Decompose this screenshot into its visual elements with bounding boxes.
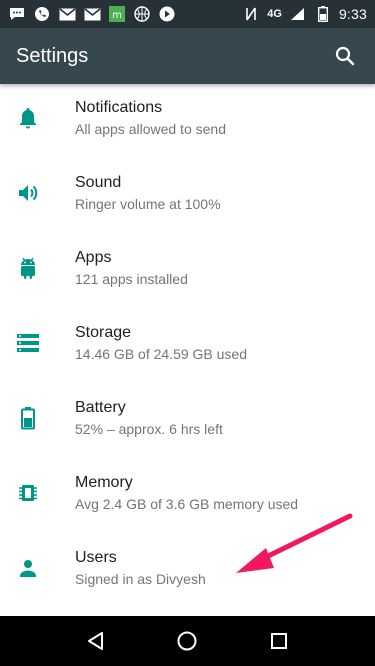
settings-item-users[interactable]: Users Signed in as Divyesh	[0, 530, 375, 605]
status-bar: m 4G 9:33	[0, 0, 375, 28]
item-subtitle: All apps allowed to send	[75, 120, 226, 137]
item-title: Battery	[75, 398, 126, 416]
settings-item-storage[interactable]: Storage 14.46 GB of 24.59 GB used	[0, 305, 375, 380]
status-right: 4G 9:33	[242, 6, 367, 22]
item-title: Memory	[75, 473, 133, 491]
item-subtitle: 14.46 GB of 24.59 GB used	[75, 345, 248, 362]
item-title: Apps	[75, 248, 112, 266]
item-title: Users	[75, 548, 117, 566]
settings-item-memory[interactable]: Memory Avg 2.4 GB of 3.6 GB memory used	[0, 455, 375, 530]
back-icon	[87, 632, 103, 650]
search-button[interactable]	[331, 42, 359, 70]
svg-text:m: m	[112, 10, 122, 21]
item-subtitle: Ringer volume at 100%	[75, 195, 221, 212]
item-title: Storage	[75, 323, 132, 341]
chat-icon	[8, 6, 26, 22]
home-button[interactable]	[167, 621, 207, 661]
whatsapp-icon	[33, 6, 51, 22]
app-icon: m	[108, 6, 126, 22]
search-icon	[335, 46, 355, 66]
settings-item-notifications[interactable]: Notifications All apps allowed to send	[0, 84, 375, 155]
network-type: 4G	[267, 8, 282, 20]
notification-icons: m	[8, 6, 176, 22]
battery-status-icon	[314, 6, 332, 22]
bell-icon	[0, 84, 75, 155]
item-subtitle: Signed in as Divyesh	[75, 570, 206, 587]
person-icon	[0, 530, 75, 605]
speaker-icon	[0, 155, 75, 230]
android-icon	[0, 230, 75, 305]
item-title: Sound	[75, 173, 122, 191]
storage-icon	[0, 305, 75, 380]
settings-list: Notifications All apps allowed to send S…	[0, 84, 375, 616]
basketball-icon	[133, 6, 151, 22]
clock: 9:33	[338, 6, 367, 22]
gmail-icon	[58, 6, 76, 22]
back-button[interactable]	[76, 621, 116, 661]
battery-icon	[0, 380, 75, 455]
recents-icon	[271, 633, 288, 649]
item-subtitle: 121 apps installed	[75, 270, 188, 287]
item-subtitle: 52% – approx. 6 hrs left	[75, 420, 223, 437]
item-title: Notifications	[75, 98, 163, 116]
home-icon	[177, 631, 197, 651]
navigation-bar	[0, 616, 375, 666]
mail-icon	[83, 6, 101, 22]
settings-item-apps[interactable]: Apps 121 apps installed	[0, 230, 375, 305]
play-icon	[158, 6, 176, 22]
signal-icon	[289, 6, 307, 22]
app-bar: Settings	[0, 28, 375, 84]
recents-button[interactable]	[259, 621, 299, 661]
item-subtitle: Avg 2.4 GB of 3.6 GB memory used	[75, 495, 299, 512]
settings-item-battery[interactable]: Battery 52% – approx. 6 hrs left	[0, 380, 375, 455]
page-title: Settings	[16, 44, 89, 67]
settings-item-sound[interactable]: Sound Ringer volume at 100%	[0, 155, 375, 230]
nfc-icon	[242, 6, 260, 22]
memory-icon	[0, 455, 75, 530]
